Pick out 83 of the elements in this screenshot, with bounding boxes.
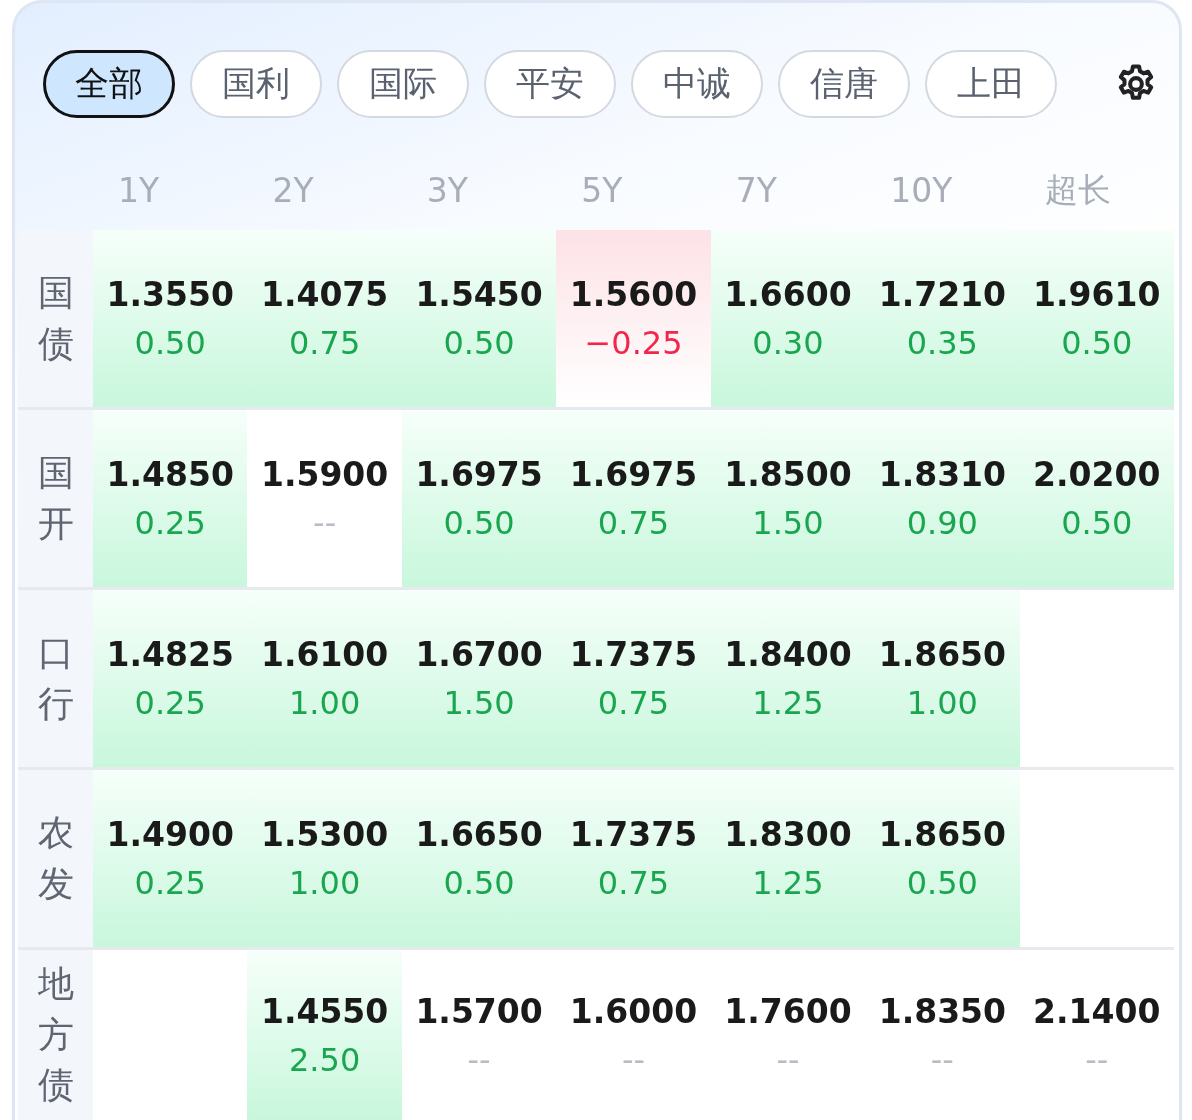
- yield-change: 1.00: [906, 684, 978, 722]
- yield-change: --: [776, 1040, 800, 1079]
- yield-value: 1.7375: [569, 635, 698, 674]
- yield-change: 0.75: [289, 324, 361, 362]
- yield-value: 1.6975: [415, 455, 543, 494]
- yield-value: 1.8650: [878, 815, 1006, 854]
- column-header: 2Y: [271, 170, 315, 210]
- yield-value: 1.7375: [569, 815, 698, 854]
- yield-value: 1.4075: [260, 275, 389, 314]
- yield-change: 0.50: [906, 864, 978, 902]
- yield-value: 1.8300: [724, 815, 852, 854]
- yield-value: 1.4900: [106, 815, 234, 854]
- column-header: 10Y: [889, 170, 954, 210]
- yield-value: 1.8650: [878, 635, 1006, 674]
- yield-value: 1.6600: [724, 275, 852, 314]
- filter-tab[interactable]: 国利: [190, 50, 322, 118]
- yield-value: 1.8350: [878, 991, 1006, 1031]
- column-header: 超长: [1043, 168, 1112, 211]
- yield-change: 0.25: [134, 684, 206, 722]
- yield-change: 0.75: [597, 864, 670, 902]
- yield-change: 0.50: [443, 504, 515, 542]
- row-label: 国开: [37, 451, 74, 546]
- filter-tab[interactable]: 全部: [43, 50, 175, 118]
- yield-change: 1.25: [752, 684, 824, 722]
- filter-tab[interactable]: 国际: [337, 50, 469, 118]
- yield-value: 1.6975: [569, 455, 698, 494]
- filter-tab[interactable]: 中诚: [631, 50, 763, 118]
- yield-value: 1.5300: [260, 815, 389, 854]
- row-label: 口行: [37, 631, 74, 726]
- yield-value: 1.5900: [260, 455, 389, 494]
- yield-change: 0.50: [443, 324, 515, 362]
- yield-change: 0.50: [1061, 324, 1133, 362]
- yield-value: 1.5600: [569, 275, 698, 314]
- yield-change: 0.30: [752, 324, 824, 362]
- yield-value: 1.8500: [724, 455, 852, 494]
- yield-change: 2.50: [289, 1040, 361, 1079]
- yield-change: 1.00: [289, 684, 361, 722]
- yield-change: 1.25: [752, 864, 824, 902]
- yield-change: 0.90: [906, 504, 978, 542]
- yield-change: --: [930, 1040, 954, 1079]
- yield-change: −0.25: [584, 324, 683, 362]
- yield-change: 1.50: [443, 684, 515, 722]
- column-header: 5Y: [580, 170, 624, 210]
- yield-change: 0.35: [906, 324, 978, 362]
- yield-value: 1.4550: [260, 991, 389, 1031]
- yield-value: 2.0200: [1033, 455, 1161, 494]
- row-label: 国债: [37, 271, 74, 366]
- column-header: 1Y: [117, 170, 161, 210]
- yield-change: 0.50: [1061, 504, 1133, 542]
- yield-change: 0.50: [443, 864, 515, 902]
- yield-value: 1.6100: [260, 635, 389, 674]
- yield-change: 0.75: [597, 504, 670, 542]
- yield-value: 1.7210: [878, 275, 1006, 314]
- yield-value: 2.1400: [1033, 991, 1161, 1031]
- row-label: 地方债: [37, 962, 74, 1108]
- yield-value: 1.8400: [724, 635, 852, 674]
- yield-value: 1.4825: [106, 635, 234, 674]
- yield-change: 1.50: [752, 504, 824, 542]
- yield-value: 1.6650: [415, 815, 543, 854]
- yield-change: 1.00: [289, 864, 361, 902]
- yield-change: --: [621, 1040, 646, 1079]
- filter-tab[interactable]: 上田: [925, 50, 1057, 118]
- filter-tab[interactable]: 信唐: [778, 50, 910, 118]
- yield-value: 1.4850: [106, 455, 234, 494]
- yield-value: 1.5700: [415, 991, 543, 1031]
- yield-value: 1.6000: [569, 991, 698, 1031]
- yield-change: 0.25: [134, 864, 206, 902]
- yield-change: 0.75: [597, 684, 670, 722]
- yield-change: --: [1085, 1040, 1109, 1079]
- yield-value: 1.6700: [415, 635, 543, 674]
- row-label: 农发: [37, 811, 74, 906]
- yield-change: 0.25: [134, 504, 206, 542]
- filter-tab[interactable]: 平安: [484, 50, 616, 118]
- column-header: 7Y: [734, 170, 778, 210]
- yield-value: 1.5450: [415, 275, 543, 314]
- column-header: 3Y: [425, 170, 469, 210]
- yield-change: --: [467, 1040, 491, 1079]
- yield-change: 0.50: [134, 324, 206, 362]
- yield-value: 1.9610: [1033, 275, 1161, 314]
- yield-change: --: [313, 504, 337, 542]
- yield-value: 1.7600: [724, 991, 852, 1031]
- yield-value: 1.8310: [878, 455, 1006, 494]
- yield-value: 1.3550: [106, 275, 234, 314]
